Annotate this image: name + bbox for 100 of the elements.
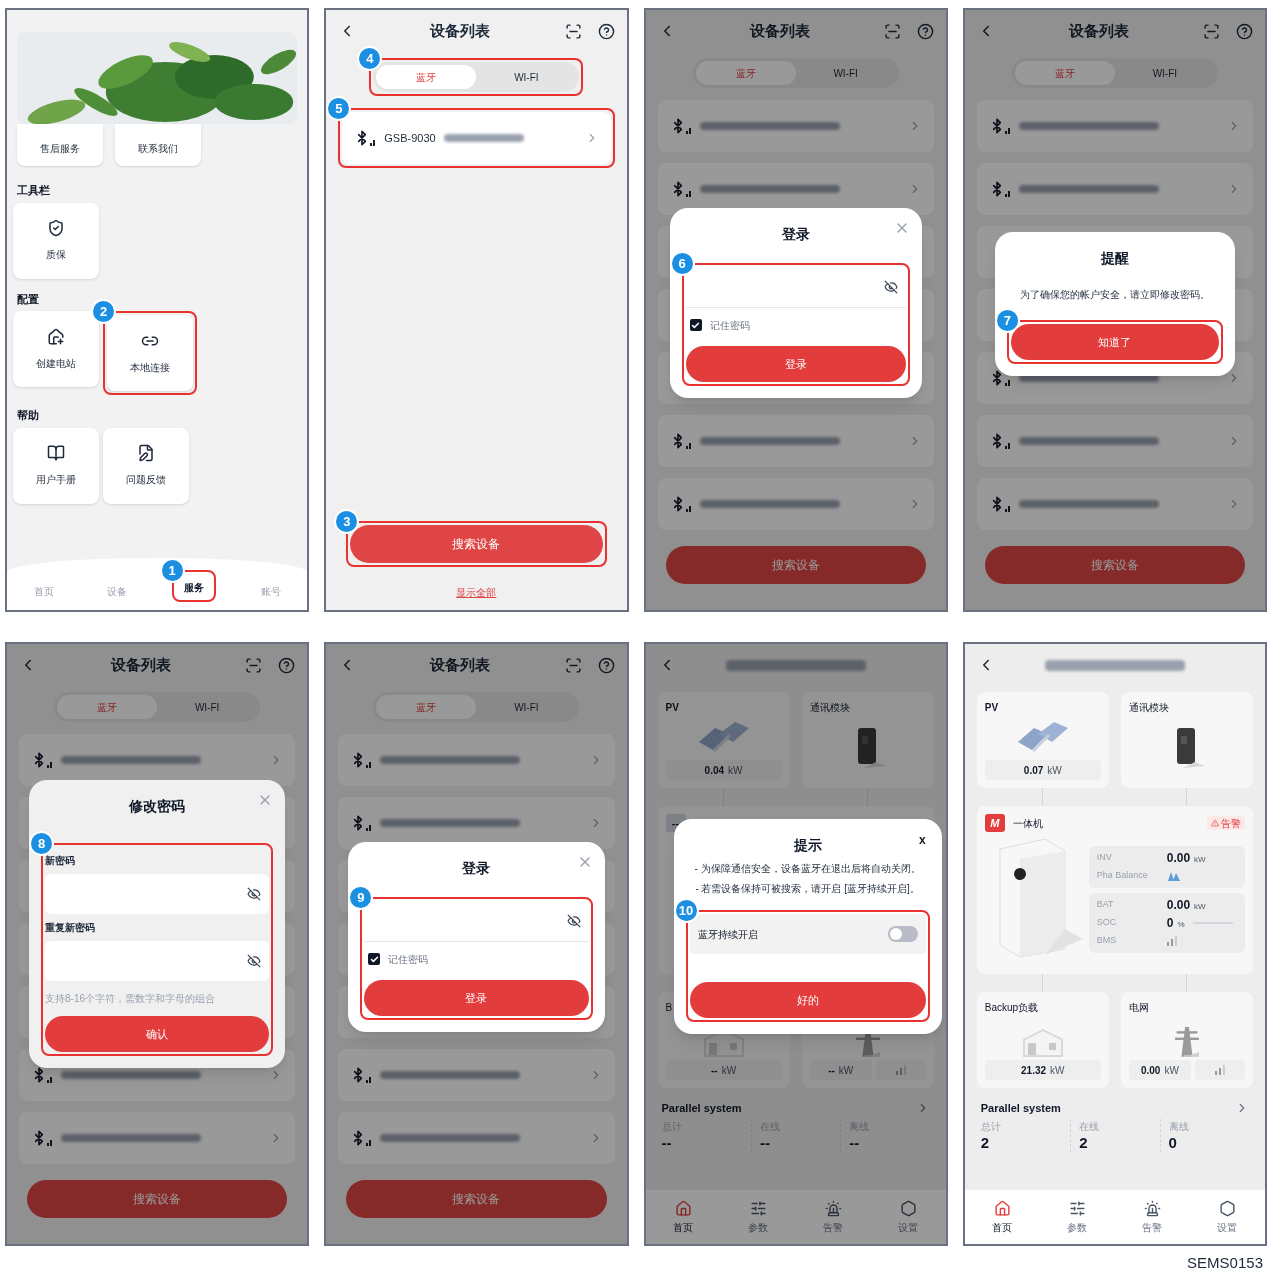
service-tile[interactable]: 用户手册 <box>13 427 99 504</box>
service-tile[interactable]: 创建电站 <box>13 311 99 387</box>
unit-text: kW <box>1164 1063 1179 1078</box>
primary-button[interactable]: 登录 <box>685 346 906 382</box>
tab[interactable]: 设置 <box>1217 1199 1238 1235</box>
tab[interactable]: WI-FI <box>795 61 896 85</box>
tab[interactable]: 告警 <box>823 1199 844 1235</box>
service-tile[interactable]: 售后服务 <box>17 124 103 166</box>
tab[interactable]: WI-FI <box>476 695 577 719</box>
value-text: 21.32 <box>1021 1063 1047 1078</box>
model-badge: M <box>984 814 1005 832</box>
tab[interactable]: 蓝牙 <box>57 695 158 719</box>
stat-label: INV <box>1096 850 1113 864</box>
section-title: 工具栏 <box>16 183 51 198</box>
screen-title: 设备列表 <box>111 654 172 675</box>
search-button[interactable]: 搜索设备 <box>350 525 603 563</box>
primary-button[interactable]: 知道了 <box>1010 324 1219 360</box>
tab[interactable]: 参数 <box>748 1199 769 1235</box>
step-badge: 1 <box>159 558 185 583</box>
close-icon[interactable]: x <box>919 831 926 849</box>
primary-button[interactable]: 登录 <box>364 980 589 1016</box>
device-name: GSB-9030 <box>384 130 436 146</box>
card-title: 通讯模块 <box>809 701 851 715</box>
unit-text: kW <box>1194 900 1206 913</box>
figure-code: SEMS0153 <box>1187 1253 1263 1273</box>
show-all-link[interactable]: 显示全部 <box>456 585 497 600</box>
card-title: PV <box>665 701 680 715</box>
step-badge: 3 <box>334 509 360 534</box>
card-title: B <box>665 1001 674 1015</box>
unit-text: kW <box>721 1063 737 1078</box>
step-badge: 2 <box>91 299 116 324</box>
unit-text: % <box>1177 918 1185 931</box>
service-tile[interactable]: 问题反馈 <box>103 427 189 504</box>
tab[interactable]: 设备 <box>98 584 135 599</box>
tab[interactable]: 蓝牙 <box>695 61 796 85</box>
toggle-label: 蓝牙持续开启 <box>697 927 759 942</box>
service-tile[interactable]: 联系我们 <box>115 124 201 166</box>
alarm-tag: 告警 <box>1207 816 1245 830</box>
value-text: 0 <box>1166 914 1174 932</box>
card-title: Backup负载 <box>984 1001 1040 1015</box>
dialog-title: 修改密码 <box>129 797 186 816</box>
tab[interactable]: 首页 <box>25 584 62 599</box>
tab[interactable]: 首页 <box>992 1199 1013 1235</box>
tab[interactable]: 参数 <box>1067 1199 1088 1235</box>
tab[interactable]: 设置 <box>898 1199 919 1235</box>
service-tile[interactable]: 本地连接 <box>107 315 193 391</box>
section-title: 配置 <box>16 291 40 307</box>
hint-text: 支持8-16个字符，需数字和字母的组合 <box>45 992 216 1006</box>
screen-title: 设备列表 <box>1068 20 1129 41</box>
tab[interactable]: 服务 <box>175 580 212 595</box>
search-button[interactable]: 搜索设备 <box>665 546 926 584</box>
tab[interactable]: 首页 <box>673 1199 694 1235</box>
step-badge: 5 <box>326 96 352 121</box>
unit-text: kW <box>1047 763 1062 778</box>
tab[interactable]: 蓝牙 <box>1014 61 1115 85</box>
dialog-message: 为了确保您的帐户安全，请立即修改密码。 <box>1018 288 1211 302</box>
device-row[interactable]: GSB-9030 <box>342 112 611 164</box>
value-text: 0.00 <box>1166 896 1191 914</box>
screen-title: 设备列表 <box>430 20 491 41</box>
search-button[interactable]: 搜索设备 <box>27 1180 288 1218</box>
value-text: 0.00 <box>1140 1063 1161 1078</box>
tip-text: - 为保障通信安全，设备蓝牙在退出后将自动关闭。 <box>693 862 922 876</box>
value-text: 0.04 <box>704 763 725 778</box>
tab[interactable]: 告警 <box>1142 1199 1163 1235</box>
dialog-title: 登录 <box>462 859 491 878</box>
tab[interactable]: WI-FI <box>1114 61 1215 85</box>
stat-value: 0 <box>1168 1133 1178 1152</box>
screen-title: 设备列表 <box>749 20 810 41</box>
tab[interactable]: WI-FI <box>157 695 258 719</box>
stat-value: -- <box>849 1133 861 1152</box>
primary-button[interactable]: 确认 <box>45 1016 270 1052</box>
step-badge: 4 <box>357 46 383 71</box>
screen-title: 设备列表 <box>430 654 491 675</box>
stat-value: 2 <box>980 1133 991 1152</box>
step-badge: 9 <box>348 885 374 910</box>
dialog-title: 提醒 <box>1100 249 1129 268</box>
dialog-title: 登录 <box>781 225 810 244</box>
primary-button[interactable]: 好的 <box>689 982 926 1018</box>
section-title: Parallel system <box>661 1101 743 1116</box>
unit-text: kW <box>1194 853 1206 866</box>
card-title: 一体机 <box>1012 816 1043 831</box>
tab[interactable]: 蓝牙 <box>376 695 477 719</box>
tab[interactable]: 账号 <box>252 584 289 599</box>
unit-text: kW <box>1050 1063 1065 1078</box>
tab[interactable]: WI-FI <box>476 65 577 89</box>
search-button[interactable]: 搜索设备 <box>984 546 1245 584</box>
tab[interactable]: 蓝牙 <box>376 65 477 89</box>
dialog-title: 提示 <box>793 836 822 855</box>
stat-label: BAT <box>1096 897 1115 911</box>
unit-text: kW <box>838 1063 854 1078</box>
stat-value: 2 <box>1079 1133 1089 1152</box>
search-button[interactable]: 搜索设备 <box>346 1180 607 1218</box>
stat-value: -- <box>661 1133 673 1152</box>
value-text: 0.00 <box>1166 849 1191 867</box>
section-title: Parallel system <box>980 1101 1062 1116</box>
tip-text: - 若需设备保持可被搜索，请开启 [蓝牙持续开启]。 <box>694 882 921 896</box>
stat-label: Pha Balance <box>1096 868 1149 882</box>
stat-label: 离线 <box>1168 1119 1190 1134</box>
stat-label: SOC <box>1096 915 1118 929</box>
service-tile[interactable]: 质保 <box>13 202 99 279</box>
